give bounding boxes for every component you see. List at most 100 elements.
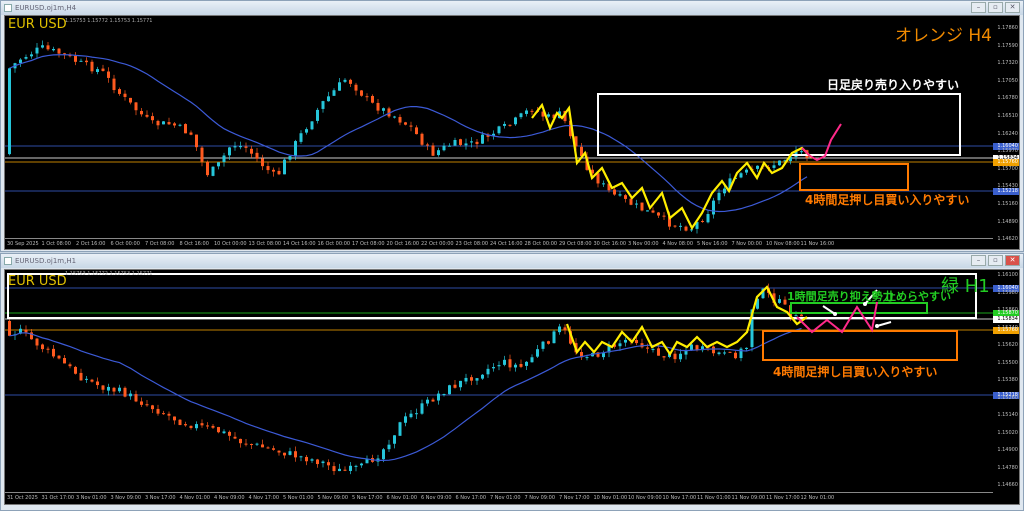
candle-body <box>178 419 182 426</box>
candle-body <box>151 405 154 410</box>
minimize-button[interactable]: – <box>971 255 986 266</box>
price-tick-label: 1.14660 <box>997 482 1018 488</box>
candle-body <box>310 121 314 130</box>
chart-canvas <box>5 273 995 475</box>
candle-body <box>800 151 803 153</box>
price-tick-label: 1.17860 <box>997 25 1018 31</box>
candle-body <box>723 188 726 194</box>
time-axis[interactable]: 30 Sep 2025 1 Oct 08:00 2 Oct 16:00 6 Oct 0… <box>5 238 993 249</box>
price-axis[interactable]: 1.16040 1.15834 1.15760 1.15218 1.17860 1.175… <box>993 16 1019 249</box>
candle-body <box>321 461 325 464</box>
candle-body <box>442 394 446 396</box>
price-tick-label: 1.15380 <box>997 377 1018 383</box>
candle-body <box>343 79 347 82</box>
candle-body <box>90 379 94 382</box>
timeframe-note: オレンジ H4 <box>895 26 993 46</box>
time-tick-label: 13 Oct 08:00 <box>248 241 282 247</box>
zone-box <box>762 330 958 361</box>
candle-body <box>431 145 435 156</box>
candle-body <box>294 451 297 458</box>
time-tick-label: 7 Nov 17:00 <box>559 495 590 501</box>
time-tick-label: 23 Oct 08:00 <box>455 241 489 247</box>
candle-body <box>305 129 308 133</box>
candle-body <box>255 443 259 445</box>
time-tick-label: 7 Nov 01:00 <box>490 495 521 501</box>
time-tick-label: 1 Oct 08:00 <box>41 241 71 247</box>
candle-body <box>261 158 264 167</box>
candle-body <box>184 124 187 134</box>
candle-body <box>211 166 215 176</box>
candle-body <box>448 145 451 147</box>
candle-body <box>420 403 424 414</box>
candle-body <box>151 116 154 121</box>
candle-body <box>398 422 402 436</box>
ohlc-readout: 1.15753 1.15772 1.15753 1.15771 <box>65 18 153 24</box>
candle-body <box>426 144 429 146</box>
time-tick-label: 10 Nov 08:00 <box>766 241 800 247</box>
price-tick-label: 1.14890 <box>997 218 1018 225</box>
window-titlebar[interactable]: EURUSD.oj1m,H1 – ▫ ✕ <box>1 254 1023 268</box>
time-tick-label: 14 Oct 16:00 <box>283 241 316 247</box>
close-button[interactable]: ✕ <box>1005 2 1020 13</box>
candle-body <box>343 469 347 471</box>
candle-body <box>327 96 330 102</box>
window-titlebar[interactable]: EURUSD.oj1m,H4 – ▫ ✕ <box>1 1 1023 15</box>
close-button[interactable]: ✕ <box>1005 255 1020 266</box>
candle-body <box>52 348 55 357</box>
chart-area[interactable]: EUR USD 1.15753 1.15772 1.15753 1.15771 … <box>4 15 1020 250</box>
price-tick-label: 1.15140 <box>997 412 1018 418</box>
candle-body <box>145 114 149 117</box>
candle-body <box>701 220 704 222</box>
maximize-button[interactable]: ▫ <box>988 255 1003 266</box>
candle-body <box>360 463 363 466</box>
time-tick-label: 6 Oct 00:00 <box>110 241 140 247</box>
candle-body <box>497 126 501 134</box>
candle-body <box>404 122 407 125</box>
time-tick-label: 11 Nov 01:00 <box>697 495 731 501</box>
candle-body <box>277 450 281 453</box>
time-axis[interactable]: 31 Oct 2025 31 Oct 17:00 3 Nov 01:00 3 Nov … <box>5 492 993 504</box>
candle-body <box>679 225 682 227</box>
candle-body <box>294 141 297 157</box>
candle-body <box>156 408 160 414</box>
time-tick-label: 8 Oct 16:00 <box>179 241 209 247</box>
time-tick-label: 12 Nov 01:00 <box>800 495 835 501</box>
time-tick-label: 3 Nov 01:00 <box>76 495 107 501</box>
candle-body <box>684 226 688 231</box>
minimize-button[interactable]: – <box>971 2 986 13</box>
candle-body <box>217 427 220 433</box>
candle-body <box>415 413 418 415</box>
arrow-head-icon <box>875 324 879 328</box>
candle-body <box>712 200 715 215</box>
candle-body <box>618 343 622 347</box>
candle-body <box>514 364 517 368</box>
candle-body <box>41 45 44 48</box>
candle-body <box>690 344 693 351</box>
price-tick-label: 1.15430 <box>997 183 1018 190</box>
candle-body <box>79 372 83 381</box>
time-tick-label: 5 Nov 16:00 <box>697 241 728 247</box>
h1-sell-annotation: 1時間足売り抑え勢力 <box>787 290 894 303</box>
chart-area[interactable]: EUR USD 1.15753 1.15772 1.15753 1.15771 … <box>4 269 1020 505</box>
chart-icon <box>4 4 12 12</box>
candle-body <box>228 431 231 436</box>
candle-body <box>200 423 204 426</box>
price-tick-label: 1.16780 <box>997 95 1018 102</box>
candle-body <box>530 110 534 112</box>
time-tick-label: 11 Nov 17:00 <box>766 495 800 501</box>
time-tick-label: 10 Oct 00:00 <box>214 241 247 247</box>
maximize-button[interactable]: ▫ <box>988 2 1003 13</box>
candle-body <box>46 45 50 50</box>
price-axis[interactable]: 1.16040 1.15870 1.15834 1.15760 1.15218 1.161… <box>993 270 1019 504</box>
candle-body <box>772 165 776 168</box>
candle-body <box>635 340 638 344</box>
candle-body <box>525 110 528 114</box>
candle-body <box>717 192 721 201</box>
candle-body <box>354 84 358 91</box>
candle-body <box>536 349 539 357</box>
candle-body <box>277 170 281 175</box>
candle-body <box>338 82 341 91</box>
candle-body <box>596 173 600 184</box>
candle-body <box>327 462 330 466</box>
candle-body <box>173 416 176 421</box>
